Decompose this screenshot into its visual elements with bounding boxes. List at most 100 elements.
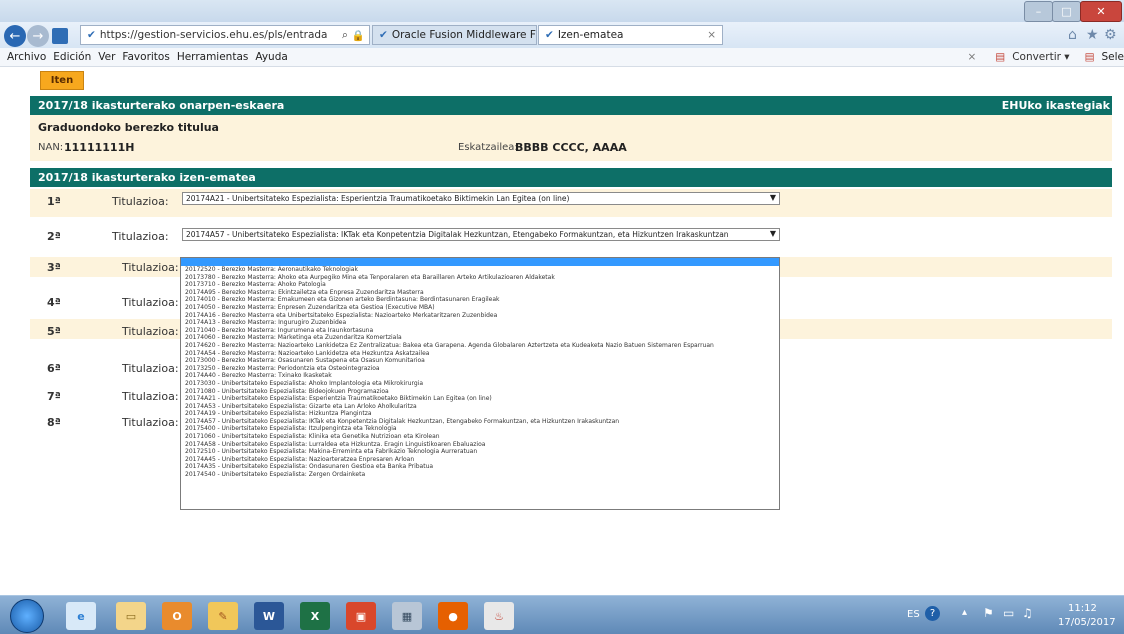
eskatzaile-value: BBBB CCCC, AAAA (515, 141, 627, 154)
dropdown-option[interactable]: 20174A40 - Berezko Masterra: Txinako Ika… (181, 372, 779, 380)
volume-icon[interactable]: ♫ (1022, 606, 1033, 620)
tab-izen-ematea[interactable]: ✔ Izen-ematea × (538, 25, 723, 45)
dropdown-option[interactable]: 20174A21 - Unibertsitateko Espezialista:… (181, 395, 779, 403)
dropdown-option[interactable]: 20174050 - Berezko Masterra: Enpresen Zu… (181, 304, 779, 312)
menu-archivo[interactable]: Archivo (7, 51, 46, 63)
dropdown-option[interactable]: 20175400 - Unibertsitateko Espezialista:… (181, 425, 779, 433)
flag-icon[interactable]: ⚑ (983, 606, 994, 620)
lock-icon: 🔒 (351, 29, 365, 42)
dropdown-option[interactable]: 20171040 - Berezko Masterra: Ingurumena … (181, 327, 779, 335)
dropdown-option[interactable]: 20174540 - Unibertsitateko Espezialista:… (181, 471, 779, 479)
home-icon[interactable]: ⌂ (1068, 27, 1077, 43)
forward-arrow-icon[interactable]: → (27, 25, 49, 47)
dropdown-option[interactable]: 20174A35 - Unibertsitateko Espezialista:… (181, 463, 779, 471)
dropdown-option[interactable]: 20174A45 - Unibertsitateko Espezialista:… (181, 456, 779, 464)
titulazioa-label-4: Titulazioa: (122, 296, 179, 309)
dropdown-option[interactable]: 20174A95 - Berezko Masterra: Ekintzailet… (181, 289, 779, 297)
dropdown-option[interactable]: 20173000 - Berezko Masterra: Osasunaren … (181, 357, 779, 365)
dropdown-option[interactable]: 20173710 - Berezko Masterra: Ahoko Patol… (181, 281, 779, 289)
address-bar[interactable]: ✔ https://gestion-servicios.ehu.es/pls/e… (80, 25, 370, 45)
dropdown-option[interactable]: 20174060 - Berezko Masterra: Marketinga … (181, 334, 779, 342)
menu-ayuda[interactable]: Ayuda (255, 51, 287, 63)
tab-label: Izen-ematea (557, 29, 624, 41)
dropdown-option[interactable]: 20171080 - Unibertsitateko Espezialista:… (181, 388, 779, 396)
page-icon (52, 28, 68, 44)
dropdown-option[interactable]: 20174A57 - Unibertsitateko Espezialista:… (181, 418, 779, 426)
dropdown-option[interactable]: 20174A13 - Berezko Masterra: Ingurugiro … (181, 319, 779, 327)
convert-label: Convertir (1012, 51, 1061, 63)
search-icon[interactable]: ⌕ (342, 29, 348, 42)
titulazioa-label-5: Titulazioa: (122, 325, 179, 338)
dropdown-highlighted-option[interactable] (181, 258, 779, 266)
menu-herramientas[interactable]: Herramientas (177, 51, 249, 63)
menu-ver[interactable]: Ver (98, 51, 115, 63)
nan-label: NAN: (38, 142, 64, 153)
internet-explorer-icon[interactable]: e (66, 602, 96, 630)
dropdown-option[interactable]: 20174A58 - Unibertsitateko Espezialista:… (181, 441, 779, 449)
convert-button[interactable]: ▤ Convertir ▾ (988, 51, 1069, 63)
favorites-star-icon[interactable]: ★ (1086, 27, 1099, 43)
start-button[interactable] (10, 599, 44, 633)
eskatzaile-label: Eskatzailea: (458, 142, 518, 153)
clock-date[interactable]: 17/05/2017 (1058, 617, 1116, 628)
close-button[interactable]: ✕ (1080, 1, 1122, 22)
dropdown-option[interactable]: 20174A16 - Berezko Masterra eta Uniberts… (181, 312, 779, 320)
close-tab-icon[interactable]: × (707, 29, 716, 41)
back-arrow-icon[interactable]: ← (4, 25, 26, 47)
firefox-icon[interactable]: ● (438, 602, 468, 630)
dropdown-option[interactable]: 20173030 - Unibertsitateko Espezialista:… (181, 380, 779, 388)
dropdown-option[interactable]: 20174A54 - Berezko Masterra: Nazioarteko… (181, 350, 779, 358)
iten-button[interactable]: Iten (40, 71, 84, 90)
chevron-down-icon: ▼ (769, 229, 776, 238)
row-number-1: 1ª (47, 195, 61, 208)
titulazioa-select-1[interactable]: 20174A21 - Unibertsitateko Espezialista:… (182, 192, 780, 205)
help-icon[interactable]: ? (925, 606, 940, 621)
tab-oracle[interactable]: ✔ Oracle Fusion Middleware For... (372, 25, 537, 45)
titulazioa-label-8: Titulazioa: (122, 416, 179, 429)
titulazioa-label-1: Titulazioa: (112, 195, 169, 208)
file-explorer-icon[interactable]: ▭ (116, 602, 146, 630)
dropdown-option[interactable]: 20174620 - Berezko Masterra: Nazioarteko… (181, 342, 779, 350)
dropdown-option[interactable]: 20171060 - Unibertsitateko Espezialista:… (181, 433, 779, 441)
row-number-5: 5ª (47, 325, 61, 338)
select-value: 20174A21 - Unibertsitateko Espezialista:… (186, 194, 570, 203)
menu-edicion[interactable]: Edición (53, 51, 91, 63)
row-number-4: 4ª (47, 296, 61, 309)
titulazioa-select-2[interactable]: 20174A57 - Unibertsitateko Espezialista:… (182, 228, 780, 241)
paint-icon[interactable]: ✎ (208, 602, 238, 630)
dropdown-option[interactable]: 20174A19 - Unibertsitateko Espezialista:… (181, 410, 779, 418)
menu-favoritos[interactable]: Favoritos (122, 51, 169, 63)
ehuko-ikastegiak-link[interactable]: EHUko ikastegiak (1002, 99, 1110, 112)
select-button[interactable]: ▤ Sele (1078, 51, 1124, 63)
dropdown-option[interactable]: 20173780 - Berezko Masterra: Ahoko eta A… (181, 274, 779, 282)
network-icon[interactable]: ▭ (1003, 606, 1014, 620)
row-number-3: 3ª (47, 261, 61, 274)
language-indicator[interactable]: ES (907, 609, 920, 620)
dropdown-option[interactable]: 20172510 - Unibertsitateko Espezialista:… (181, 448, 779, 456)
dropdown-option[interactable]: 20174010 - Berezko Masterra: Emakumeen e… (181, 296, 779, 304)
dropdown-option[interactable]: 20174A53 - Unibertsitateko Espezialista:… (181, 403, 779, 411)
titulazioa-label-7: Titulazioa: (122, 390, 179, 403)
shield-icon: ✔ (87, 29, 96, 41)
row-number-2: 2ª (47, 230, 61, 243)
titulazioa-dropdown-list[interactable]: 20172520 - Berezko Masterra: Aeronautika… (180, 257, 780, 510)
java-icon[interactable]: ♨ (484, 602, 514, 630)
close-toolbar-icon[interactable]: × (967, 51, 976, 63)
titulazioa-label-6: Titulazioa: (122, 362, 179, 375)
calculator-icon[interactable]: ▦ (392, 602, 422, 630)
app-icon[interactable]: ▣ (346, 602, 376, 630)
dropdown-option[interactable]: 20172520 - Berezko Masterra: Aeronautika… (181, 266, 779, 274)
outlook-icon[interactable]: O (162, 602, 192, 630)
maximize-button[interactable]: □ (1052, 1, 1081, 22)
window-title-bar (0, 0, 1124, 22)
tray-arrow-icon[interactable]: ▴ (962, 607, 967, 618)
gear-icon[interactable]: ⚙ (1104, 27, 1117, 43)
dropdown-options: 20172520 - Berezko Masterra: Aeronautika… (181, 266, 779, 479)
excel-icon[interactable]: X (300, 602, 330, 630)
word-icon[interactable]: W (254, 602, 284, 630)
minimize-button[interactable]: – (1024, 1, 1053, 22)
clock-time[interactable]: 11:12 (1068, 603, 1097, 614)
tab-favicon-icon: ✔ (545, 29, 554, 41)
address-text: https://gestion-servicios.ehu.es/pls/ent… (99, 29, 328, 41)
dropdown-option[interactable]: 20173250 - Berezko Masterra: Periodontzi… (181, 365, 779, 373)
